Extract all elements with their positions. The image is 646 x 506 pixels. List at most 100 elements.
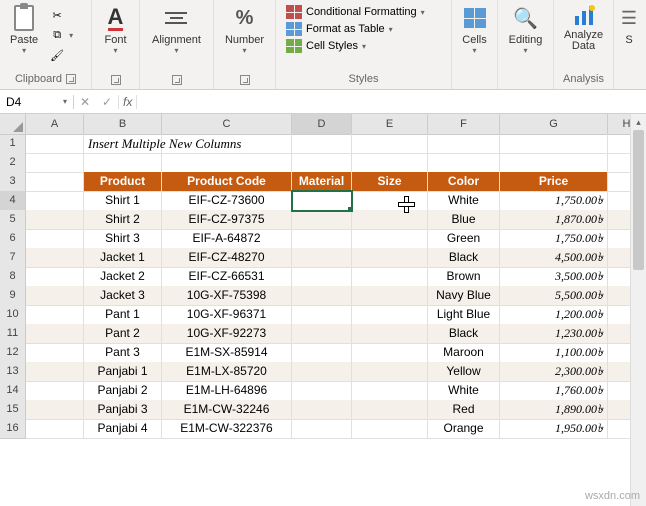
color-cell[interactable]: Green xyxy=(428,229,500,249)
cell[interactable] xyxy=(428,134,500,154)
col-header[interactable]: A xyxy=(26,114,84,135)
dialog-launcher[interactable] xyxy=(240,75,250,85)
col-header[interactable]: D xyxy=(292,114,352,135)
size-cell[interactable] xyxy=(352,305,428,325)
size-cell[interactable] xyxy=(352,210,428,230)
cell[interactable] xyxy=(352,134,428,154)
row-header[interactable]: 3 xyxy=(0,172,26,192)
select-all-button[interactable] xyxy=(0,114,26,135)
cell[interactable] xyxy=(84,153,162,173)
material-cell[interactable] xyxy=(292,267,352,287)
row-header[interactable]: 16 xyxy=(0,419,26,439)
analyze-data-button[interactable]: Analyze Data xyxy=(558,2,609,54)
dialog-launcher[interactable] xyxy=(66,74,76,84)
cell[interactable] xyxy=(162,153,292,173)
col-header[interactable]: E xyxy=(352,114,428,135)
cell[interactable] xyxy=(26,362,84,382)
code-cell[interactable]: 10G-XF-96371 xyxy=(162,305,292,325)
cell[interactable] xyxy=(292,153,352,173)
cell[interactable] xyxy=(162,134,292,154)
scroll-thumb[interactable] xyxy=(633,130,644,270)
cell[interactable] xyxy=(26,229,84,249)
col-header[interactable]: F xyxy=(428,114,500,135)
cell[interactable] xyxy=(26,381,84,401)
material-cell[interactable] xyxy=(292,324,352,344)
header-cell[interactable]: Color xyxy=(428,172,500,192)
price-cell[interactable]: 1,230.00৳ xyxy=(500,324,608,344)
cell[interactable] xyxy=(26,210,84,230)
code-cell[interactable]: E1M-CW-322376 xyxy=(162,419,292,439)
color-cell[interactable]: Red xyxy=(428,400,500,420)
color-cell[interactable]: Blue xyxy=(428,210,500,230)
partial-button[interactable]: ☰ S xyxy=(609,2,646,48)
product-cell[interactable]: Shirt 3 xyxy=(84,229,162,249)
product-cell[interactable]: Shirt 2 xyxy=(84,210,162,230)
price-cell[interactable]: 1,750.00৳ xyxy=(500,229,608,249)
size-cell[interactable] xyxy=(352,400,428,420)
font-button[interactable]: A Font ▾ xyxy=(96,2,136,57)
row-header[interactable]: 7 xyxy=(0,248,26,268)
code-cell[interactable]: E1M-LH-64896 xyxy=(162,381,292,401)
format-painter-button[interactable]: 🖌 xyxy=(46,46,76,64)
cell[interactable] xyxy=(26,305,84,325)
editing-button[interactable]: 🔍 Editing ▾ xyxy=(503,2,549,57)
vertical-scrollbar[interactable]: ▴ xyxy=(630,114,646,506)
cell[interactable] xyxy=(500,134,608,154)
code-cell[interactable]: EIF-CZ-66531 xyxy=(162,267,292,287)
header-cell[interactable]: Size xyxy=(352,172,428,192)
product-cell[interactable]: Panjabi 4 xyxy=(84,419,162,439)
header-cell[interactable]: Product Code xyxy=(162,172,292,192)
size-cell[interactable] xyxy=(352,381,428,401)
enter-formula-button[interactable]: ✓ xyxy=(96,95,118,109)
code-cell[interactable]: E1M-LX-85720 xyxy=(162,362,292,382)
code-cell[interactable]: EIF-CZ-97375 xyxy=(162,210,292,230)
color-cell[interactable]: Yellow xyxy=(428,362,500,382)
code-cell[interactable]: 10G-XF-92273 xyxy=(162,324,292,344)
product-cell[interactable]: Jacket 1 xyxy=(84,248,162,268)
price-cell[interactable]: 1,890.00৳ xyxy=(500,400,608,420)
code-cell[interactable]: E1M-CW-32246 xyxy=(162,400,292,420)
size-cell[interactable] xyxy=(352,286,428,306)
row-header[interactable]: 1 xyxy=(0,134,26,154)
size-cell[interactable] xyxy=(352,267,428,287)
cells-button[interactable]: Cells ▾ xyxy=(455,2,495,57)
cell[interactable] xyxy=(500,153,608,173)
header-cell[interactable]: Price xyxy=(500,172,608,192)
code-cell[interactable]: 10G-XF-75398 xyxy=(162,286,292,306)
material-cell[interactable] xyxy=(292,362,352,382)
color-cell[interactable]: Orange xyxy=(428,419,500,439)
cell[interactable] xyxy=(292,134,352,154)
col-header[interactable]: C xyxy=(162,114,292,135)
cell[interactable] xyxy=(26,153,84,173)
color-cell[interactable]: Brown xyxy=(428,267,500,287)
dialog-launcher[interactable] xyxy=(172,75,182,85)
color-cell[interactable]: Navy Blue xyxy=(428,286,500,306)
title-cell[interactable]: Insert Multiple New Columns xyxy=(84,134,162,154)
color-cell[interactable]: White xyxy=(428,381,500,401)
cell[interactable] xyxy=(26,191,84,211)
product-cell[interactable]: Panjabi 3 xyxy=(84,400,162,420)
size-cell[interactable] xyxy=(352,229,428,249)
col-header[interactable]: B xyxy=(84,114,162,135)
price-cell[interactable]: 1,870.00৳ xyxy=(500,210,608,230)
code-cell[interactable]: E1M-SX-85914 xyxy=(162,343,292,363)
name-box[interactable]: D4▾ xyxy=(0,95,74,109)
dialog-launcher[interactable] xyxy=(111,75,121,85)
row-header[interactable]: 13 xyxy=(0,362,26,382)
product-cell[interactable]: Pant 2 xyxy=(84,324,162,344)
price-cell[interactable]: 1,200.00৳ xyxy=(500,305,608,325)
color-cell[interactable]: Black xyxy=(428,324,500,344)
cell[interactable] xyxy=(26,400,84,420)
cell[interactable] xyxy=(26,172,84,192)
material-cell[interactable] xyxy=(292,229,352,249)
color-cell[interactable]: Black xyxy=(428,248,500,268)
product-cell[interactable]: Panjabi 1 xyxy=(84,362,162,382)
size-cell[interactable] xyxy=(352,419,428,439)
code-cell[interactable]: EIF-CZ-73600 xyxy=(162,191,292,211)
color-cell[interactable]: White xyxy=(428,191,500,211)
price-cell[interactable]: 1,950.00৳ xyxy=(500,419,608,439)
material-cell[interactable] xyxy=(292,305,352,325)
product-cell[interactable]: Shirt 1 xyxy=(84,191,162,211)
cut-button[interactable]: ✂ xyxy=(46,6,76,24)
material-cell[interactable] xyxy=(292,400,352,420)
